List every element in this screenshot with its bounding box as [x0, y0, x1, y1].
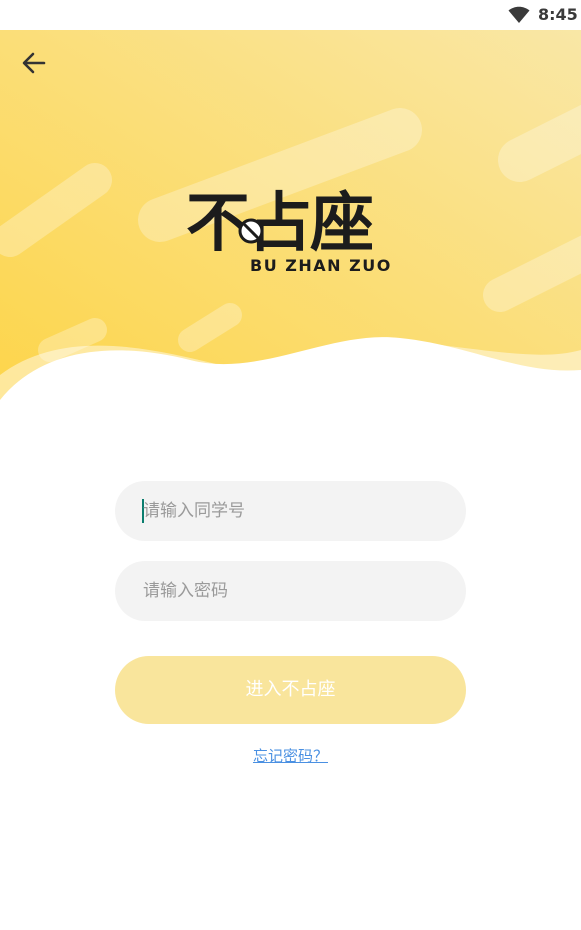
logo-subtitle: BU ZHAN ZUO — [250, 256, 392, 275]
forgot-password-link[interactable]: 忘记密码？ — [0, 745, 581, 766]
enter-button[interactable]: 进入不占座 — [115, 656, 466, 724]
no-sign-icon — [238, 218, 264, 244]
logo-glyphs: 不占座 — [186, 187, 374, 261]
arrow-left-icon — [22, 52, 46, 74]
back-button[interactable] — [14, 50, 54, 78]
status-time: 8:45 — [538, 5, 578, 24]
status-bar: 8:45 — [0, 0, 581, 30]
header-banner: 不占座 BU ZHAN ZUO — [0, 30, 581, 400]
password-field[interactable] — [115, 561, 466, 621]
username-field[interactable] — [115, 481, 466, 541]
wifi-icon — [508, 6, 530, 23]
username-input[interactable] — [143, 481, 443, 541]
password-input[interactable] — [143, 561, 443, 621]
app-logo: 不占座 BU ZHAN ZUO — [186, 188, 400, 280]
